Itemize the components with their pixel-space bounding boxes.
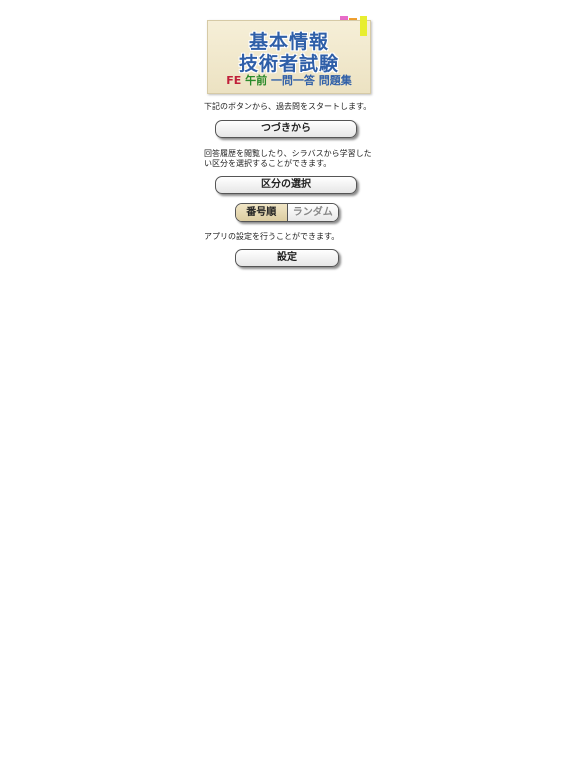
continue-button[interactable]: つづきから [215, 120, 357, 138]
app-logo: 基本情報 技術者試験 FE 午前 一問一答 問題集 [207, 16, 371, 94]
select-category-button[interactable]: 区分の選択 [215, 176, 357, 194]
logo-subtitle: FE 午前 一問一答 問題集 [207, 72, 371, 88]
settings-button[interactable]: 設定 [235, 249, 339, 267]
category-description: 回答履歴を閲覧したり、シラバスから学習したい区分を選択することができます。 [204, 149, 372, 168]
logo-qa-label: 一問一答 問題集 [270, 74, 352, 87]
settings-description: アプリの設定を行うことができます。 [204, 232, 340, 241]
logo-fe-label: FE [226, 74, 242, 87]
order-sequential-option[interactable]: 番号順 [236, 204, 288, 221]
logo-am-label: 午前 [245, 74, 268, 87]
order-random-option[interactable]: ランダム [287, 204, 338, 221]
start-description: 下記のボタンから、過去問をスタートします。 [204, 102, 372, 111]
order-segmented-control: 番号順 ランダム [235, 203, 339, 222]
